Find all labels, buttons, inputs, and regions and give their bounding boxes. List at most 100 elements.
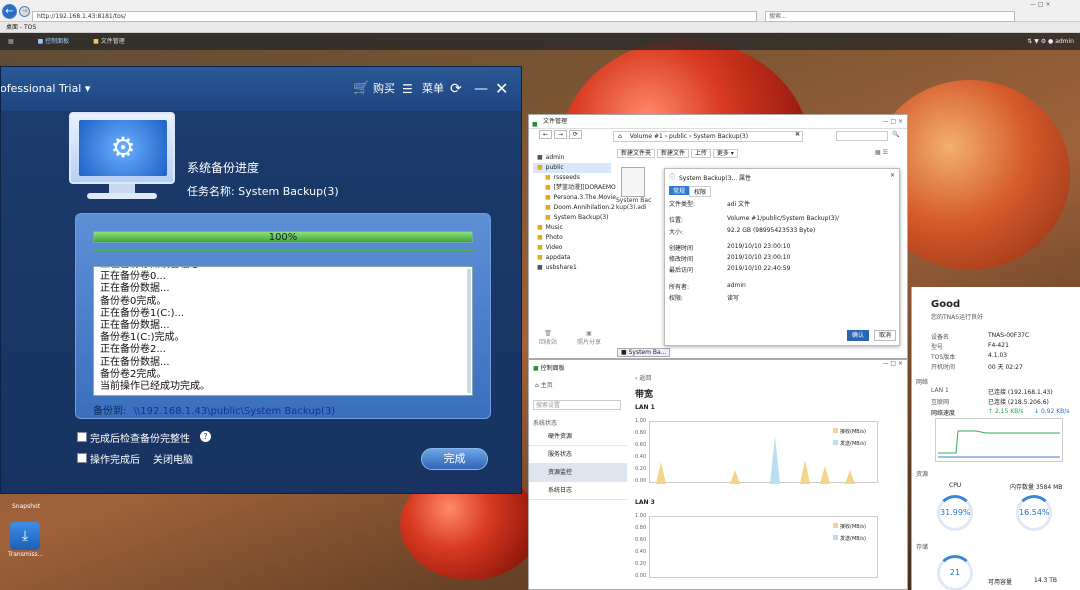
- recycle-bin-button[interactable]: 🗑 回收站: [539, 330, 557, 346]
- tree-item[interactable]: ■ usbshare1: [533, 263, 611, 273]
- file-icon[interactable]: [621, 167, 645, 197]
- tab-general[interactable]: 常规: [669, 186, 690, 195]
- storage-value: 21: [949, 568, 961, 577]
- forward-icon[interactable]: →: [553, 130, 567, 139]
- tree-item[interactable]: ■ public: [533, 163, 611, 173]
- breadcrumb-item[interactable]: public: [669, 133, 687, 140]
- back-icon[interactable]: ←: [2, 4, 17, 19]
- close-icon[interactable]: ✕: [495, 67, 508, 111]
- close-icon[interactable]: ×: [890, 172, 895, 179]
- home-icon[interactable]: ⌂: [618, 133, 622, 140]
- tree-item[interactable]: ■ rssseeds: [533, 173, 611, 183]
- taskbar-item-control-panel[interactable]: ■ 控制面板: [38, 38, 70, 45]
- monitor-widget: Good 您的TNAS运行良好 设备名 TNAS-00F37C 型号 F4-421 TO…: [911, 287, 1080, 590]
- settings-search-input[interactable]: 搜索设置: [533, 400, 621, 410]
- minimize-icon[interactable]: —: [474, 67, 488, 111]
- property-label: 最后访问: [669, 267, 694, 274]
- url-input[interactable]: http://192.168.1.43:8181/tos/: [32, 11, 757, 22]
- window-controls[interactable]: — □ ×: [882, 115, 903, 129]
- sidebar-item[interactable]: 资源监控: [529, 464, 627, 482]
- grid-icon[interactable]: ▦: [8, 38, 14, 45]
- tree-item[interactable]: ■ Doom.Annihilation.2: [533, 203, 615, 213]
- log-line: 备份卷1(C:)完成。: [100, 332, 185, 344]
- home-link[interactable]: ⌂ 主页: [535, 380, 553, 389]
- property-value: Volume #1/public/System Backup(3)/: [727, 215, 839, 222]
- refresh-icon[interactable]: ⟳: [450, 67, 462, 111]
- edition-menu[interactable]: ofessional Trial ▾: [1, 82, 90, 95]
- fm-title: 文件管理: [543, 118, 568, 125]
- tab-permission[interactable]: 权限: [689, 186, 712, 197]
- tree-item[interactable]: ■ System Backup(3): [533, 213, 611, 223]
- close-icon[interactable]: ✖: [795, 131, 800, 138]
- new-file-button[interactable]: 新建文件: [656, 149, 689, 158]
- fm-tree: ■ admin ■ public ■ rssseeds ■ [梦蓝动漫][DORAEMO ■ Pe…: [533, 153, 616, 293]
- menu-button[interactable]: 菜单: [422, 67, 444, 111]
- done-button[interactable]: 完成: [421, 448, 488, 470]
- property-label: 位置:: [669, 217, 684, 224]
- property-label: 创建时间: [669, 245, 694, 252]
- y-tick-label: 0.60: [635, 442, 647, 448]
- cart-icon[interactable]: 🛒: [353, 67, 369, 111]
- y-tick-label: 0.80: [635, 525, 647, 531]
- view-toggle[interactable]: ▦ ☰: [875, 149, 888, 156]
- tree-item[interactable]: ■ Music: [533, 223, 611, 233]
- shutdown-select[interactable]: 关闭电脑: [153, 451, 193, 466]
- home-label: 主页: [540, 382, 553, 389]
- cpu-value: 31.99%: [940, 508, 971, 517]
- help-icon[interactable]: ?: [200, 431, 211, 442]
- download-icon[interactable]: ⤓: [10, 522, 40, 550]
- desktop-icon-label[interactable]: Snapshot: [12, 503, 40, 510]
- tree-item[interactable]: ■ admin: [533, 153, 611, 163]
- search-input[interactable]: 搜索...: [765, 11, 1015, 22]
- sidebar-item[interactable]: 硬件资源: [529, 428, 627, 446]
- info-label: TOS版本: [931, 354, 956, 361]
- window-controls[interactable]: — □ ×: [882, 360, 903, 367]
- after-checkbox[interactable]: [77, 453, 87, 463]
- sidebar-item[interactable]: 服务状态: [529, 446, 627, 464]
- cancel-button[interactable]: 取消: [874, 330, 896, 341]
- tree-item[interactable]: ■ Video: [533, 243, 611, 253]
- download-speed-value: 0.92 KB/s: [1040, 408, 1070, 415]
- user-menu[interactable]: ⇅ ▼ ⚙ ● admin: [1027, 33, 1074, 50]
- tree-item[interactable]: ■ Persona.3.The.Movie: [533, 193, 616, 203]
- y-tick-label: 0.40: [635, 549, 647, 555]
- log-scrollbar[interactable]: [467, 269, 471, 393]
- menu-icon[interactable]: ☰: [402, 67, 413, 111]
- photo-share-button[interactable]: ▣ 照片分享: [577, 330, 601, 346]
- refresh-icon[interactable]: ⟳: [568, 130, 582, 139]
- verify-checkbox[interactable]: [77, 432, 87, 442]
- sidebar-item[interactable]: 系统日志: [529, 482, 627, 500]
- new-folder-button[interactable]: 新建文件夹: [617, 149, 656, 158]
- legend-item: 接收(MB/s): [833, 523, 866, 530]
- y-tick-label: 0.80: [635, 430, 647, 436]
- breadcrumb-item[interactable]: System Backup(3): [693, 133, 748, 140]
- tree-item[interactable]: ■ Photo: [533, 233, 611, 243]
- backup-log[interactable]: 正在备份存储设备信息...正在备份卷0...正在备份数据...备份卷0完成。正在…: [93, 266, 473, 396]
- breadcrumb-item[interactable]: Volume #1: [630, 133, 663, 140]
- cpu-gauge: 31.99%: [937, 495, 973, 531]
- tree-item[interactable]: ■ [梦蓝动漫][DORAEMO: [533, 183, 616, 193]
- back-link[interactable]: ‹ 返回: [635, 373, 651, 382]
- upload-speed: ↑ 2.15 KB/s: [988, 408, 1024, 415]
- folder-icon: ■: [532, 121, 538, 128]
- breadcrumb: ⌂ Volume #1 › public › System Backup(3): [613, 131, 803, 142]
- file-name[interactable]: System Backup(3).adi: [616, 197, 652, 211]
- status-tab[interactable]: ■ System Ba...: [617, 348, 671, 357]
- window-controls[interactable]: — □ ×: [1030, 1, 1051, 8]
- forward-icon[interactable]: →: [19, 6, 30, 17]
- desktop-icon-label[interactable]: Transmiss...: [8, 551, 43, 558]
- taskbar-item-file-manager[interactable]: ■ 文件管理: [93, 38, 125, 45]
- y-tick-label: 1.00: [635, 418, 647, 424]
- y-tick-label: 1.00: [635, 513, 647, 519]
- search-icon[interactable]: 🔍: [892, 131, 899, 138]
- more-button[interactable]: 更多 ▾: [712, 149, 738, 158]
- browser-tab[interactable]: 桌面 - TOS: [0, 22, 1080, 33]
- ok-button[interactable]: 确认: [847, 330, 869, 341]
- log-line: 正在备份数据...: [100, 320, 170, 332]
- buy-button[interactable]: 购买: [373, 67, 395, 111]
- legend-label: 发送(MB/s): [840, 441, 866, 447]
- fm-search-input[interactable]: [836, 131, 888, 141]
- upload-button[interactable]: 上传: [690, 149, 711, 158]
- tree-item[interactable]: ■ appdata: [533, 253, 611, 263]
- back-icon[interactable]: ←: [539, 130, 553, 139]
